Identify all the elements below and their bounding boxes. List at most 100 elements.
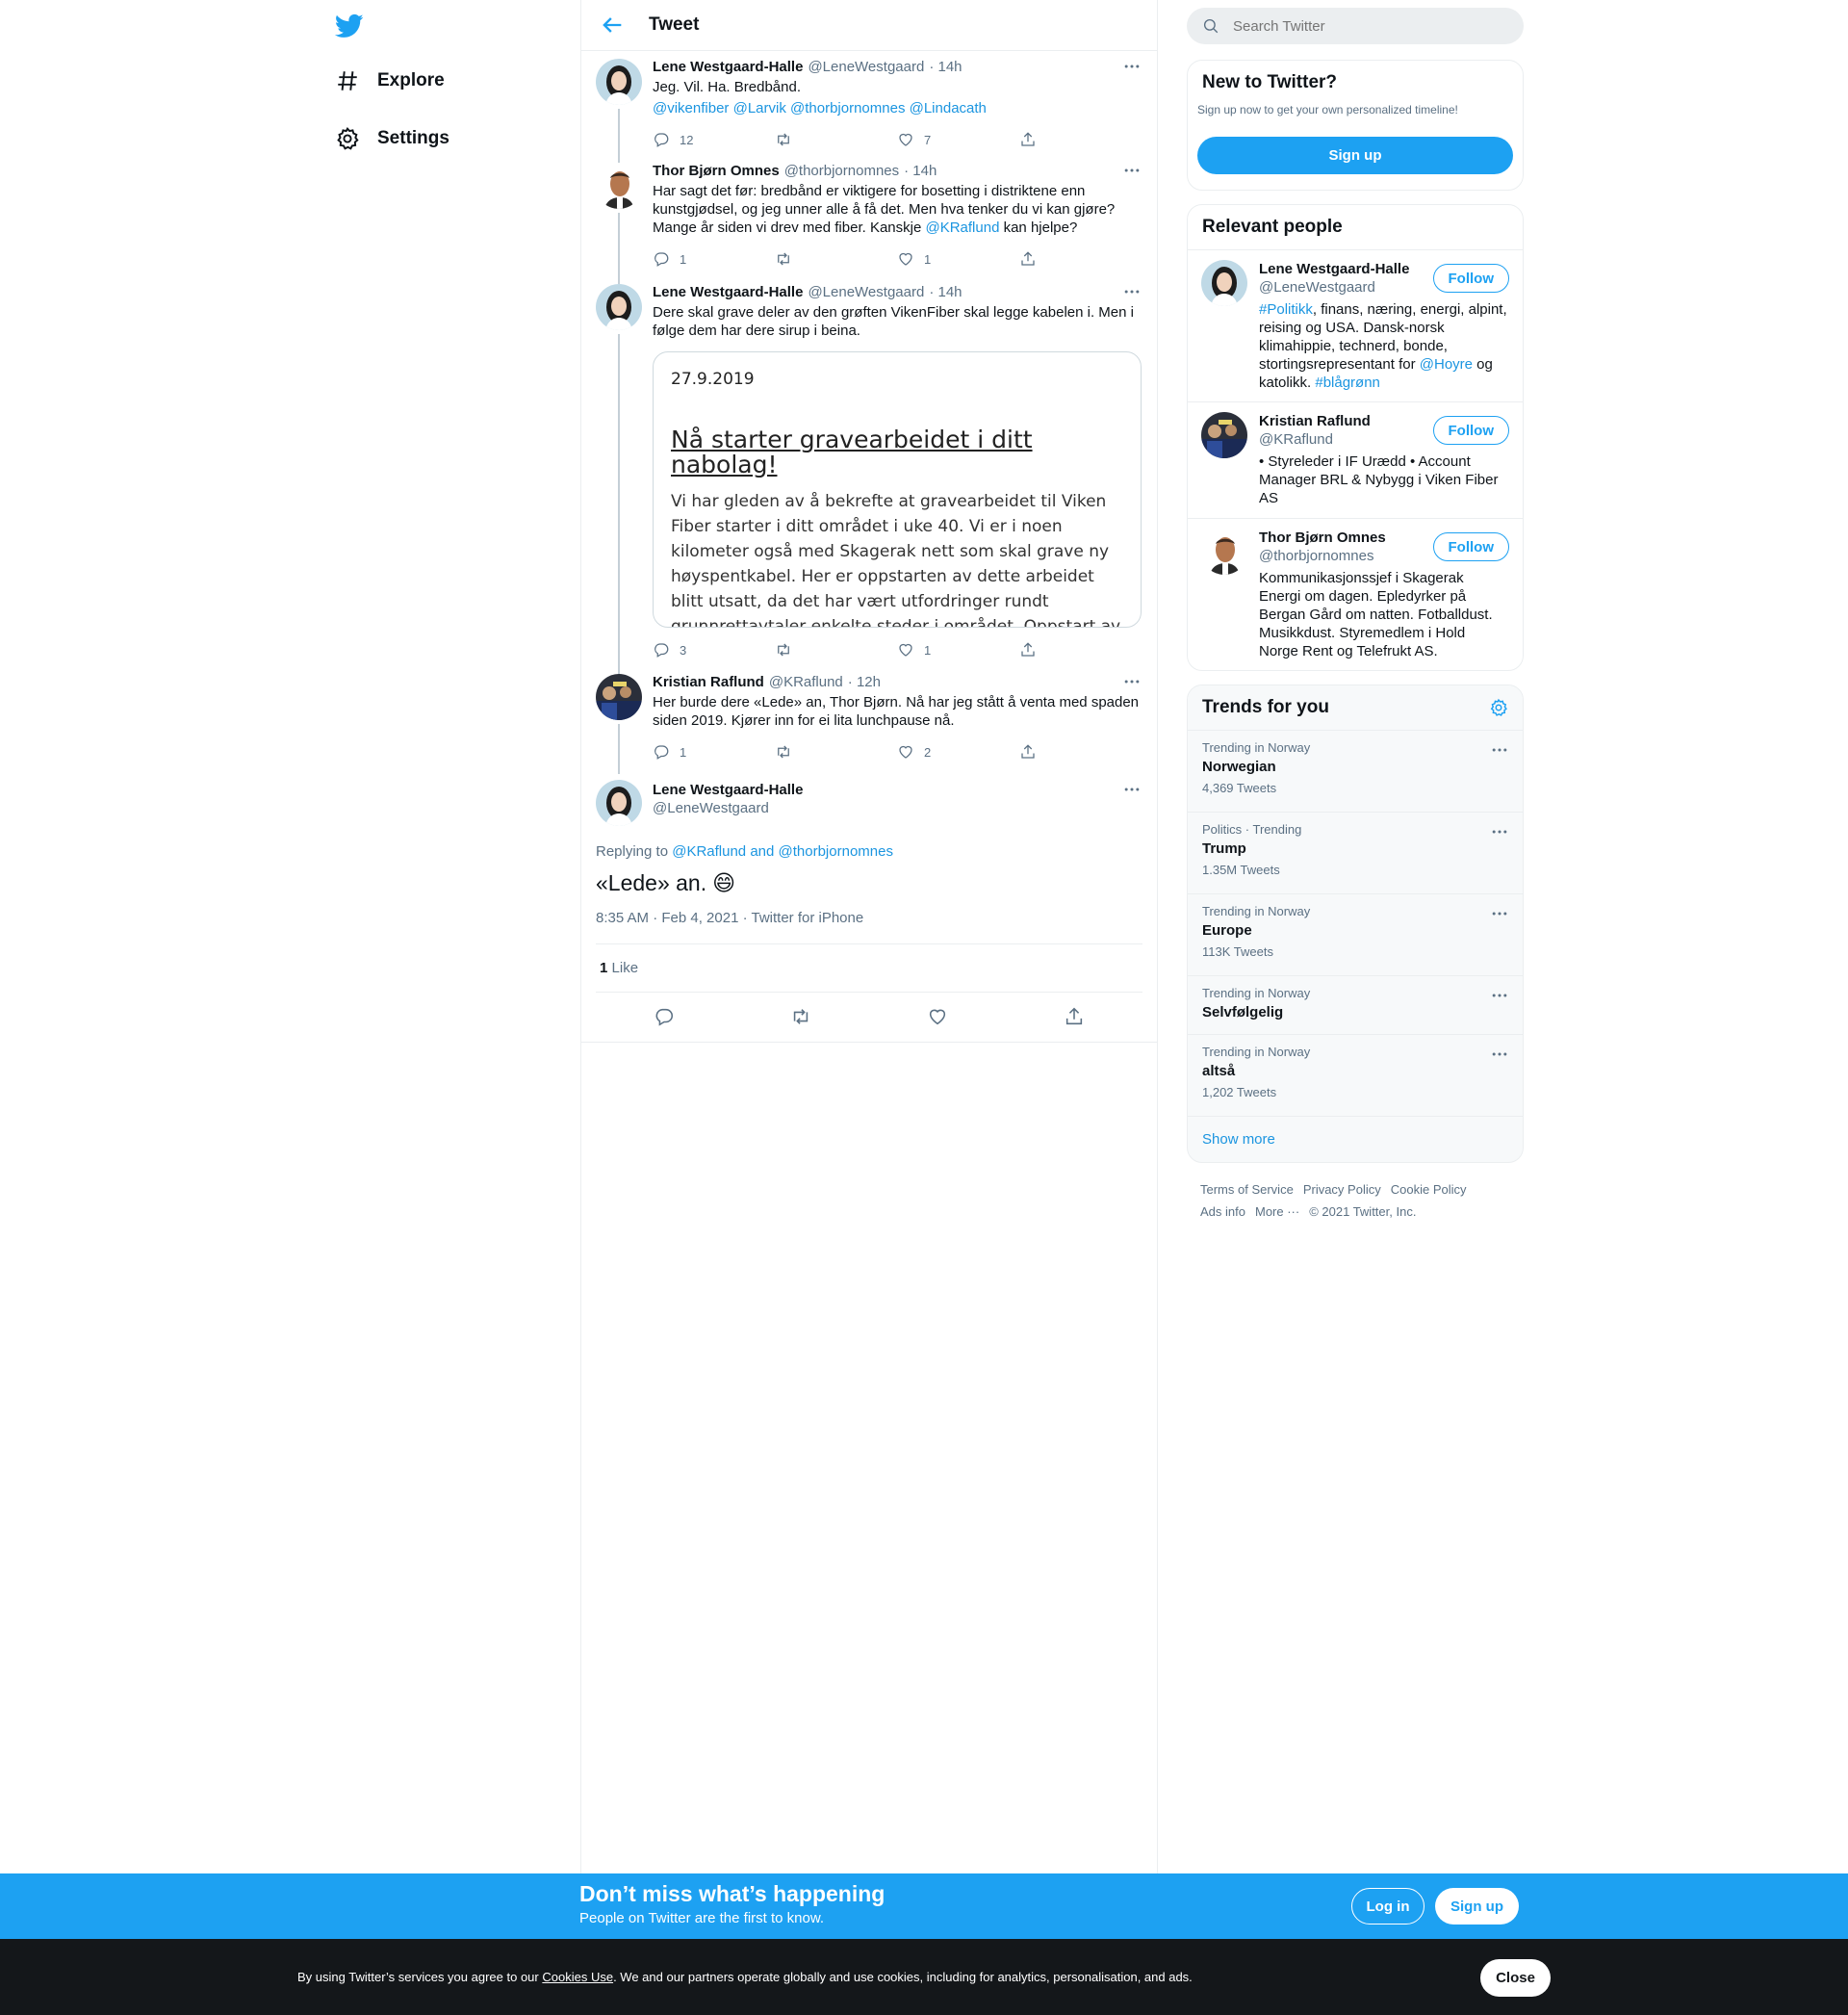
- search-input[interactable]: [1233, 17, 1502, 35]
- follow-button[interactable]: Follow: [1432, 416, 1509, 445]
- tweet-meta[interactable]: 8:35 AM · Feb 4, 2021 · Twitter for iPho…: [596, 910, 863, 926]
- more-icon[interactable]: [1490, 822, 1509, 841]
- bio-mention[interactable]: @Hoyre: [1420, 356, 1473, 373]
- replying-to-users[interactable]: @KRaflund and @thorbjornomnes: [672, 843, 893, 860]
- thread-line: [618, 334, 620, 668]
- search-box[interactable]: [1187, 8, 1524, 44]
- reply-button[interactable]: 1: [653, 743, 775, 761]
- share-button[interactable]: [1019, 250, 1142, 268]
- thread-tweet[interactable]: Lene Westgaard-Halle @LeneWestgaard · 14…: [581, 276, 1157, 668]
- log-in-button[interactable]: Log in: [1351, 1888, 1424, 1925]
- sign-up-button[interactable]: Sign up: [1197, 137, 1513, 174]
- more-icon[interactable]: [1490, 1045, 1509, 1064]
- follow-button[interactable]: Follow: [1432, 264, 1509, 293]
- tweet-time[interactable]: · 14h: [929, 284, 962, 300]
- author-name[interactable]: Lene Westgaard-Halle: [653, 59, 803, 75]
- avatar-thor-image: [596, 163, 642, 209]
- focused-author[interactable]: Lene Westgaard-Halle @LeneWestgaard: [653, 782, 803, 816]
- reply-button[interactable]: 1: [653, 250, 775, 268]
- avatar[interactable]: [596, 163, 642, 209]
- avatar[interactable]: [1201, 412, 1247, 458]
- author-name[interactable]: Thor Bjørn Omnes: [653, 163, 780, 179]
- retweet-icon[interactable]: [790, 1006, 811, 1027]
- more-link[interactable]: More ···: [1255, 1204, 1299, 1219]
- sign-up-button[interactable]: Sign up: [1435, 1888, 1519, 1925]
- tweet-time[interactable]: · 14h: [904, 163, 937, 179]
- share-icon[interactable]: [1064, 1006, 1085, 1027]
- terms-link[interactable]: Terms of Service: [1200, 1182, 1294, 1197]
- more-icon[interactable]: [1122, 57, 1142, 76]
- more-icon[interactable]: [1122, 161, 1142, 180]
- author-name[interactable]: Lene Westgaard-Halle: [653, 284, 803, 300]
- nav-explore[interactable]: Explore: [335, 62, 445, 100]
- nav-settings[interactable]: Settings: [335, 119, 449, 158]
- privacy-link[interactable]: Privacy Policy: [1303, 1182, 1381, 1197]
- trend-item[interactable]: Trending in Norway Selvfølgelig: [1188, 975, 1523, 1034]
- retweet-button[interactable]: [775, 131, 897, 148]
- reply-button[interactable]: 12: [653, 131, 775, 148]
- more-icon[interactable]: [1490, 904, 1509, 923]
- like-button[interactable]: 1: [897, 250, 1019, 268]
- back-arrow-icon[interactable]: [599, 12, 626, 39]
- ads-info-link[interactable]: Ads info: [1200, 1204, 1245, 1219]
- reply-icon[interactable]: [654, 1006, 675, 1027]
- retweet-button[interactable]: [775, 743, 897, 761]
- more-icon[interactable]: [1122, 780, 1142, 799]
- heart-icon: [899, 643, 912, 657]
- author-handle[interactable]: @KRaflund: [769, 674, 843, 690]
- settings-gear-icon[interactable]: [1489, 698, 1508, 717]
- like-button[interactable]: 7: [897, 131, 1019, 148]
- trend-item[interactable]: Politics · Trending Trump 1.35M Tweets: [1188, 812, 1523, 893]
- tweet-time[interactable]: · 12h: [848, 674, 881, 690]
- share-button[interactable]: [1019, 743, 1142, 761]
- cookies-use-link[interactable]: Cookies Use: [542, 1970, 613, 1984]
- avatar[interactable]: [596, 59, 642, 105]
- close-button[interactable]: Close: [1480, 1959, 1551, 1997]
- more-icon[interactable]: [1122, 672, 1142, 691]
- author-handle[interactable]: @LeneWestgaard: [808, 59, 924, 75]
- person-item[interactable]: Kristian Raflund @KRaflund Follow • Styr…: [1188, 401, 1523, 518]
- bio-hashtag[interactable]: #Politikk: [1259, 301, 1313, 318]
- tweet-mention[interactable]: @KRaflund: [925, 220, 999, 236]
- author-name[interactable]: Kristian Raflund: [653, 674, 764, 690]
- divider: [596, 992, 1142, 993]
- share-button[interactable]: [1019, 641, 1142, 659]
- avatar[interactable]: [1201, 260, 1247, 306]
- trend-context: Politics · Trending: [1202, 822, 1302, 837]
- tweet-mentions[interactable]: @vikenfiber @Larvik @thorbjornomnes @Lin…: [653, 99, 1142, 117]
- thread-tweet[interactable]: Kristian Raflund @KRaflund · 12h Her bur…: [581, 666, 1157, 774]
- thread-tweet[interactable]: Thor Bjørn Omnes @thorbjornomnes · 14h H…: [581, 155, 1157, 278]
- thread-tweet[interactable]: Lene Westgaard-Halle @LeneWestgaard · 14…: [581, 51, 1157, 157]
- avatar[interactable]: [1201, 529, 1247, 575]
- bio-hashtag[interactable]: #blågrønn: [1315, 375, 1380, 391]
- retweet-button[interactable]: [775, 641, 897, 659]
- trend-item[interactable]: Trending in Norway altså 1,202 Tweets: [1188, 1034, 1523, 1116]
- trend-item[interactable]: Trending in Norway Norwegian 4,369 Tweet…: [1188, 730, 1523, 812]
- likes-summary[interactable]: 1 Like: [600, 960, 638, 976]
- tweet-time[interactable]: · 14h: [929, 59, 962, 75]
- author-handle[interactable]: @LeneWestgaard: [808, 284, 924, 300]
- follow-button[interactable]: Follow: [1432, 532, 1509, 561]
- avatar[interactable]: [596, 284, 642, 330]
- avatar[interactable]: [596, 780, 642, 826]
- twitter-logo-icon[interactable]: [335, 12, 364, 40]
- more-icon[interactable]: [1122, 282, 1142, 301]
- show-more-link[interactable]: Show more: [1188, 1116, 1523, 1162]
- share-button[interactable]: [1019, 131, 1142, 148]
- author-handle[interactable]: @thorbjornomnes: [784, 163, 899, 179]
- person-item[interactable]: Thor Bjørn Omnes @thorbjornomnes Follow …: [1188, 518, 1523, 662]
- like-button[interactable]: 2: [897, 743, 1019, 761]
- cookie-policy-link[interactable]: Cookie Policy: [1391, 1182, 1467, 1197]
- more-icon[interactable]: [1490, 986, 1509, 1005]
- reply-button[interactable]: 3: [653, 641, 775, 659]
- like-button[interactable]: 1: [897, 641, 1019, 659]
- avatar[interactable]: [596, 674, 642, 720]
- heart-icon[interactable]: [927, 1006, 948, 1027]
- new-to-twitter-box: New to Twitter? Sign up now to get your …: [1187, 60, 1524, 191]
- person-item[interactable]: Lene Westgaard-Halle @LeneWestgaard Foll…: [1188, 249, 1523, 401]
- trend-count: 1.35M Tweets: [1202, 863, 1280, 877]
- more-icon[interactable]: [1490, 740, 1509, 760]
- retweet-button[interactable]: [775, 250, 897, 268]
- trend-item[interactable]: Trending in Norway Europe 113K Tweets: [1188, 893, 1523, 975]
- tweet-image-card[interactable]: 27.9.2019 Nå starter gravearbeidet i dit…: [653, 351, 1142, 628]
